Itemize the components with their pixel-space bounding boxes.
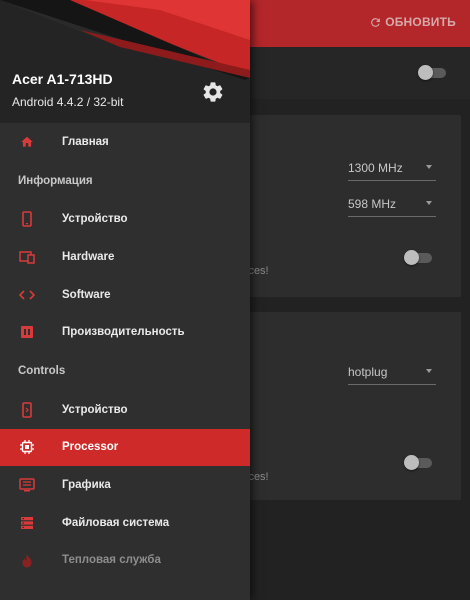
menu-item-label: Производительность [62,326,185,339]
menu-item-performance[interactable]: Производительность [0,313,250,351]
navigation-drawer: Acer A1-713HD Android 4.4.2 / 32-bit Гла… [0,0,250,600]
section-header-controls: Controls [0,351,250,391]
cpu-max-freq-select[interactable]: 1300 MHz [348,161,436,181]
card1-toggle-switch[interactable] [404,250,432,265]
menu-item-device-info[interactable]: Устройство [0,201,250,239]
processor-icon [19,439,35,455]
refresh-button[interactable]: ОБНОВИТЬ [369,15,456,29]
phone-icon [19,211,35,228]
menu-item-label: Устройство [62,403,128,416]
android-version: Android 4.4.2 / 32-bit [12,95,124,109]
cpu-min-freq-value: 598 MHz [348,197,397,211]
section-title: Controls [18,364,66,377]
graphics-icon [19,477,35,493]
cpu-governor-select[interactable]: hotplug [348,365,436,385]
devices-icon [19,249,35,265]
menu-item-label: Устройство [62,213,128,226]
menu-item-label: Processor [62,441,119,454]
refresh-icon [371,17,381,27]
chip-icon [19,324,35,340]
drawer-header: Acer A1-713HD Android 4.4.2 / 32-bit [0,0,250,123]
menu-item-label: Графика [62,478,111,491]
top-toggle-switch[interactable] [418,65,446,80]
cpu-governor-value: hotplug [348,365,388,379]
chevron-down-icon [426,369,432,373]
drawer-menu: Главная Информация Устройство Hardware S… [0,123,250,579]
menu-item-label: Файловая система [62,516,170,529]
storage-icon [19,515,35,531]
phone-settings-icon [19,401,35,418]
menu-item-filesystem[interactable]: Файловая система [0,504,250,542]
menu-item-thermal[interactable]: Тепловая служба [0,541,250,579]
card2-toggle-switch[interactable] [404,455,432,470]
cpu-max-freq-value: 1300 MHz [348,161,403,175]
chevron-down-icon [426,165,432,169]
chevron-down-icon [426,201,432,205]
menu-item-label: Главная [62,135,109,148]
menu-item-graphics[interactable]: Графика [0,466,250,504]
gear-icon[interactable] [201,80,225,104]
menu-item-device-controls[interactable]: Устройство [0,391,250,429]
refresh-label: ОБНОВИТЬ [385,15,456,29]
device-name: Acer A1-713HD [12,71,113,87]
menu-item-software[interactable]: Software [0,276,250,314]
flame-icon [19,552,35,568]
section-header-info: Информация [0,161,250,201]
menu-item-label: Тепловая служба [62,554,161,567]
menu-item-processor[interactable]: Processor [0,428,250,467]
home-icon [19,134,35,150]
menu-item-hardware[interactable]: Hardware [0,238,250,276]
menu-item-home[interactable]: Главная [0,123,250,161]
menu-item-label: Software [62,288,111,301]
cpu-min-freq-select[interactable]: 598 MHz [348,197,436,217]
section-title: Информация [18,174,93,187]
code-icon [19,287,35,303]
menu-item-label: Hardware [62,250,115,263]
